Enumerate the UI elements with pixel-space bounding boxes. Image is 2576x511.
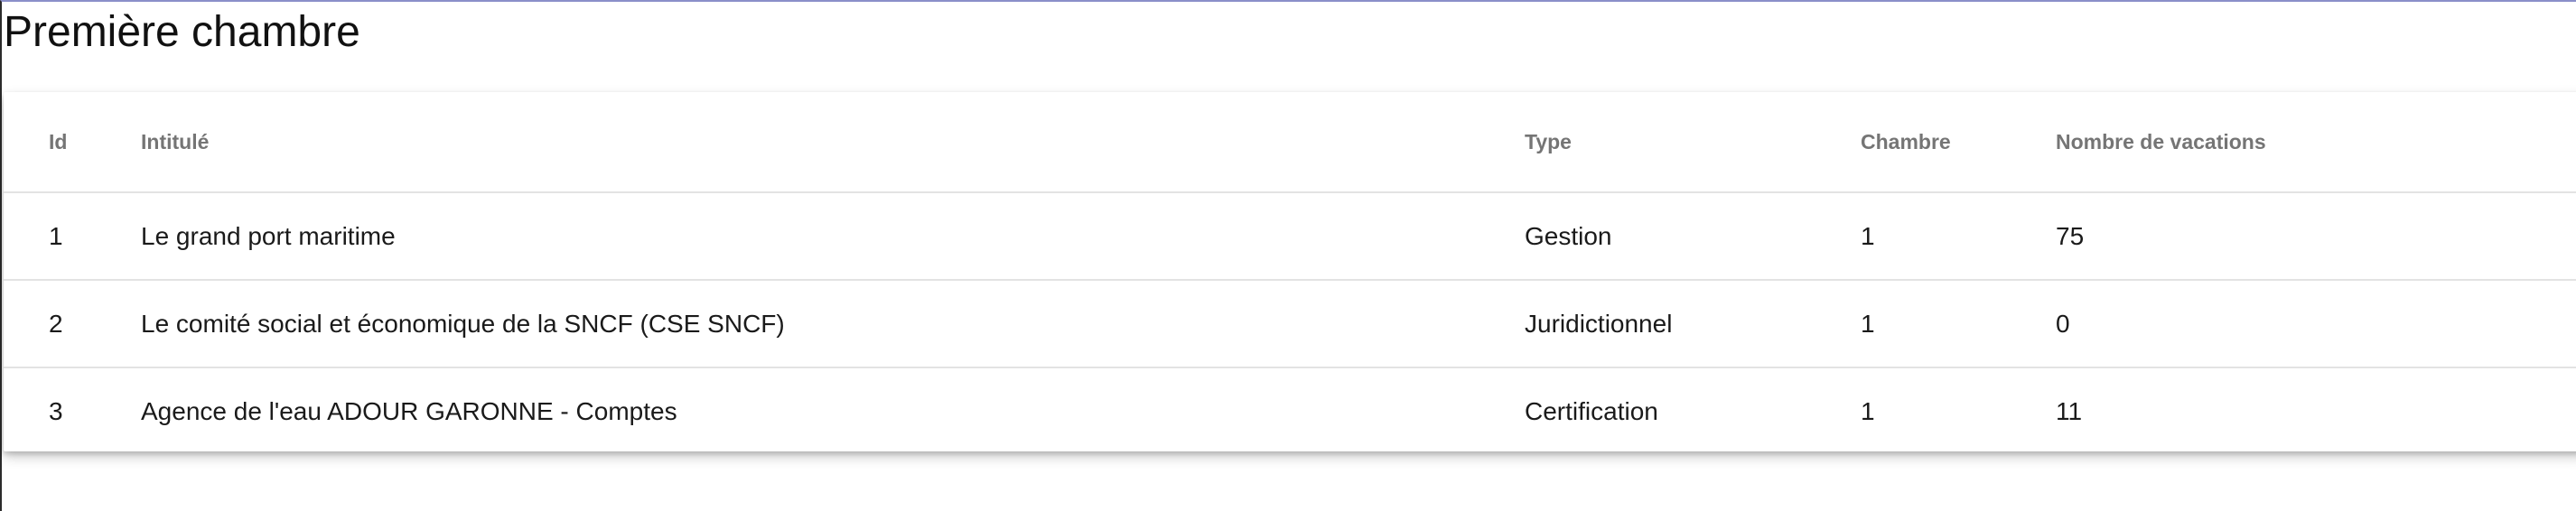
page-title: Première chambre — [4, 8, 360, 56]
cell-nombre-de-vacations: 75 — [2056, 191, 2576, 280]
cell-type: Juridictionnel — [1525, 279, 1861, 367]
column-header-nombre-de-vacations[interactable]: Nombre de vacations — [2056, 92, 2576, 192]
cell-id: 1 — [4, 191, 141, 280]
cell-chambre: 1 — [1861, 367, 2056, 454]
table-body: 1 Le grand port maritime Gestion 1 75 2 … — [4, 191, 2576, 454]
cell-intitule: Le grand port maritime — [141, 191, 1525, 280]
chambers-table: Id Intitulé Type Chambre Nombre de vacat… — [4, 92, 2576, 454]
data-table-card: Id Intitulé Type Chambre Nombre de vacat… — [4, 92, 2576, 454]
cell-type: Certification — [1525, 367, 1861, 454]
table-row[interactable]: 2 Le comité social et économique de la S… — [4, 279, 2576, 367]
column-header-type[interactable]: Type — [1525, 92, 1861, 192]
column-header-intitule[interactable]: Intitulé — [141, 92, 1525, 192]
cell-id: 2 — [4, 279, 141, 367]
cell-type: Gestion — [1525, 191, 1861, 280]
cell-chambre: 1 — [1861, 279, 2056, 367]
cell-id: 3 — [4, 367, 141, 454]
table-row[interactable]: 1 Le grand port maritime Gestion 1 75 — [4, 191, 2576, 280]
cell-intitule: Agence de l'eau ADOUR GARONNE - Comptes — [141, 367, 1525, 454]
column-header-id[interactable]: Id — [4, 92, 141, 192]
page: Première chambre Id Intitulé Type Chambr… — [0, 0, 2576, 511]
table-row[interactable]: 3 Agence de l'eau ADOUR GARONNE - Compte… — [4, 367, 2576, 454]
cell-nombre-de-vacations: 0 — [2056, 279, 2576, 367]
cell-intitule: Le comité social et économique de la SNC… — [141, 279, 1525, 367]
cell-chambre: 1 — [1861, 191, 2056, 280]
table-header: Id Intitulé Type Chambre Nombre de vacat… — [4, 92, 2576, 192]
table-header-row: Id Intitulé Type Chambre Nombre de vacat… — [4, 92, 2576, 192]
cell-nombre-de-vacations: 11 — [2056, 367, 2576, 454]
column-header-chambre[interactable]: Chambre — [1861, 92, 2056, 192]
